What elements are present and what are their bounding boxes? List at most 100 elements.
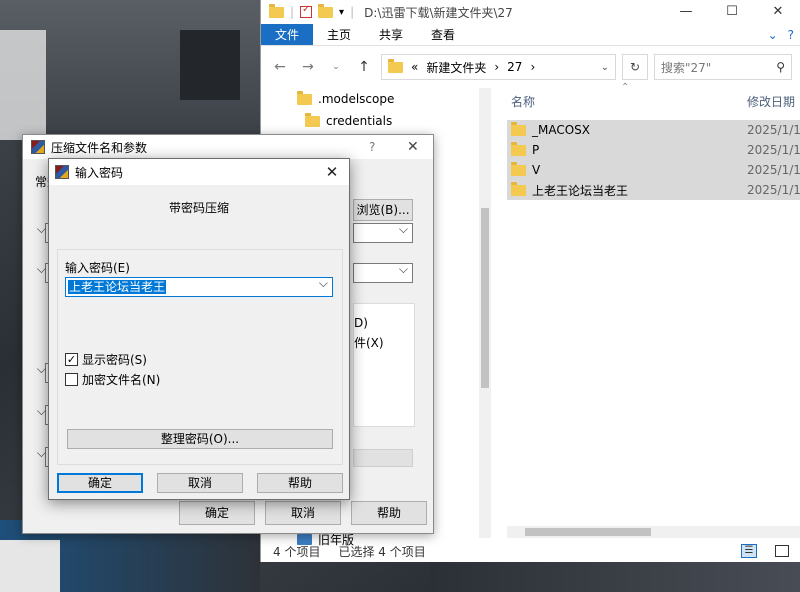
address-dropdown-icon[interactable]: ⌄ (601, 62, 609, 73)
show-password-checkbox[interactable]: ✓ 显示密码(S) (65, 351, 147, 368)
new-folder-icon[interactable] (318, 3, 334, 18)
close-icon[interactable]: ✕ (315, 159, 349, 185)
wallpaper-region (430, 560, 800, 592)
folder-icon (269, 3, 284, 18)
column-name[interactable]: 名称 (511, 93, 535, 110)
file-list: 名称 ⌃ 修改日期 _MACOSX 2025/1/1 P 2025/1/1 V … (507, 82, 800, 200)
winrar-icon (55, 165, 69, 179)
file-name: _MACOSX (532, 123, 591, 137)
maximize-button[interactable]: ☐ (709, 0, 755, 24)
tree-item-label: .modelscope (318, 92, 395, 106)
file-row[interactable]: _MACOSX 2025/1/1 (507, 120, 800, 140)
wallpaper-region (0, 30, 46, 140)
folder-icon (388, 58, 403, 73)
file-name: 上老王论坛当老王 (532, 183, 629, 198)
column-headers: 名称 ⌃ 修改日期 (507, 82, 800, 114)
minimize-button[interactable]: — (663, 0, 709, 24)
large-icons-view-icon[interactable] (775, 545, 789, 557)
separator: | (290, 5, 295, 19)
search-icon: ⚲ (776, 60, 785, 74)
file-name: P (532, 143, 540, 157)
tree-item[interactable]: credentials (289, 110, 489, 132)
forward-arrow-icon[interactable]: → (297, 59, 319, 75)
encrypt-filenames-checkbox[interactable]: 加密文件名(N) (65, 371, 160, 388)
archive-ok-button[interactable]: 确定 (179, 501, 255, 525)
close-icon[interactable]: ✕ (407, 139, 419, 155)
winrar-icon (31, 140, 45, 154)
dialog-heading: 带密码压缩 (168, 201, 229, 215)
up-arrow-icon[interactable]: ↑ (353, 59, 375, 75)
breadcrumb-chevron[interactable]: › (494, 60, 499, 74)
option-label[interactable]: D) (354, 316, 368, 330)
breadcrumb-chevron[interactable]: › (530, 60, 535, 74)
file-date: 2025/1/1 (747, 143, 800, 157)
tab-file[interactable]: 文件 (261, 24, 314, 45)
sort-ascending-icon: ⌃ (621, 82, 630, 93)
option-label[interactable]: 件(X) (354, 334, 384, 351)
ribbon-tabs: 文件 主页 共享 查看 ⌄ ? (261, 24, 800, 46)
expand-ribbon-icon[interactable]: ⌄ (764, 24, 782, 45)
tab-share[interactable]: 共享 (365, 24, 417, 45)
selected-count: 已选择 4 个项目 (338, 544, 426, 559)
recent-locations-icon[interactable]: ⌄ (325, 62, 347, 72)
customize-toolbar-icon[interactable]: ▾ (339, 7, 344, 18)
item-count: 4 个项目 (273, 544, 321, 559)
details-view-icon[interactable]: ☰ (741, 544, 757, 558)
search-placeholder: 搜索"27" (661, 60, 712, 75)
folder-icon (511, 121, 526, 136)
encrypt-filenames-label: 加密文件名(N) (82, 373, 161, 387)
password-value: 上老王论坛当老王 (68, 280, 167, 294)
navigation-bar: ← → ⌄ ↑ « 新建文件夹 › 27 › ⌄ ↻ 搜索"27" ⚲ (261, 46, 800, 88)
properties-icon[interactable]: ✓ (300, 4, 313, 18)
browse-button[interactable]: 浏览(B)... (353, 199, 413, 221)
breadcrumb-segment[interactable]: 新建文件夹 (426, 59, 486, 76)
tab-view[interactable]: 查看 (417, 24, 469, 45)
archive-name-combo[interactable] (353, 222, 413, 243)
navigation-pane: .modelscope credentials 旧年版 (289, 88, 489, 547)
tab-home[interactable]: 主页 (313, 24, 365, 45)
refresh-button[interactable]: ↻ (622, 54, 648, 80)
horizontal-scrollbar[interactable] (507, 526, 800, 538)
wallpaper-region (0, 540, 60, 592)
password-label: 输入密码(E) (65, 261, 130, 275)
folder-icon (305, 112, 320, 127)
file-row[interactable]: V 2025/1/1 (507, 160, 800, 180)
checkbox-checked: ✓ (65, 353, 78, 366)
help-button[interactable]: 帮助 (257, 473, 343, 493)
wallpaper-region (180, 30, 240, 100)
folder-icon (511, 161, 526, 176)
address-bar[interactable]: « 新建文件夹 › 27 › ⌄ (381, 54, 616, 80)
separator: | (350, 5, 355, 19)
address-overflow[interactable]: « (411, 60, 418, 74)
breadcrumb-segment[interactable]: 27 (507, 60, 522, 74)
help-icon[interactable]: ? (369, 140, 375, 154)
window-path: D:\迅雷下载\新建文件夹\27 (364, 5, 513, 20)
navigation-scrollbar[interactable] (479, 88, 491, 538)
tree-item[interactable]: .modelscope (289, 88, 489, 110)
archive-cancel-button[interactable]: 取消 (265, 501, 341, 525)
ok-button[interactable]: 确定 (57, 473, 143, 493)
folder-icon (511, 141, 526, 156)
column-modified[interactable]: 修改日期 (747, 93, 795, 110)
update-mode-combo[interactable] (353, 262, 413, 283)
set-password-button[interactable] (353, 449, 413, 467)
cancel-button[interactable]: 取消 (157, 473, 243, 493)
file-row[interactable]: 上老王论坛当老王 2025/1/1 (507, 180, 800, 200)
status-bar: 4 个项目 已选择 4 个项目 ☰ (261, 540, 800, 562)
password-input[interactable]: 上老王论坛当老王 (65, 276, 333, 297)
archive-dialog-titlebar: 压缩文件名和参数 ? ✕ (23, 135, 433, 159)
search-input[interactable]: 搜索"27" ⚲ (654, 54, 792, 80)
close-button[interactable]: ✕ (755, 0, 800, 24)
scrollbar-thumb[interactable] (525, 528, 651, 536)
file-date: 2025/1/1 (747, 123, 800, 137)
help-icon[interactable]: ? (782, 24, 800, 45)
organize-passwords-button[interactable]: 整理密码(O)... (67, 429, 333, 449)
show-password-label: 显示密码(S) (82, 353, 147, 367)
file-row[interactable]: P 2025/1/1 (507, 140, 800, 160)
back-arrow-icon[interactable]: ← (269, 59, 291, 75)
archive-help-button[interactable]: 帮助 (351, 501, 427, 525)
scrollbar-thumb[interactable] (481, 208, 489, 388)
checkbox-unchecked (65, 373, 78, 386)
folder-icon (297, 90, 312, 105)
file-date: 2025/1/1 (747, 183, 800, 197)
